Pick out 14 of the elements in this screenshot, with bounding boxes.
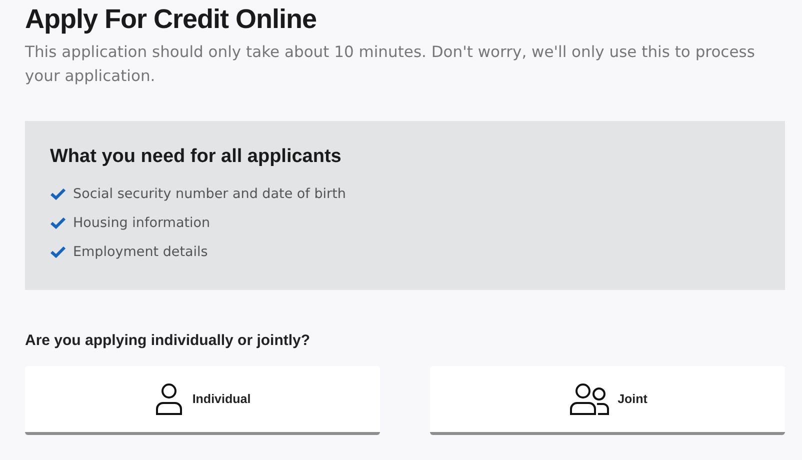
- checkmark-icon: [50, 216, 66, 228]
- question-label: Are you applying individually or jointly?: [25, 332, 312, 349]
- intro-text: This application should only take about 10 minutes. Don't worry, we'll only use this to process your application.: [25, 42, 756, 87]
- person-icon: [154, 382, 184, 416]
- checkmark-icon: [50, 246, 66, 258]
- requirement-text: Employment details: [73, 244, 208, 260]
- page-title: Apply For Credit Online: [25, 3, 318, 36]
- applicant-option-button[interactable]: Individual: [25, 366, 380, 435]
- requirements-heading: What you need for all applicants: [50, 145, 342, 169]
- two-people-icon: [568, 382, 610, 416]
- requirement-text: Social security number and date of birth: [73, 186, 346, 202]
- checkmark-icon: [50, 188, 66, 200]
- requirement-text: Housing information: [73, 214, 210, 230]
- applicant-option-button[interactable]: Joint: [430, 366, 785, 435]
